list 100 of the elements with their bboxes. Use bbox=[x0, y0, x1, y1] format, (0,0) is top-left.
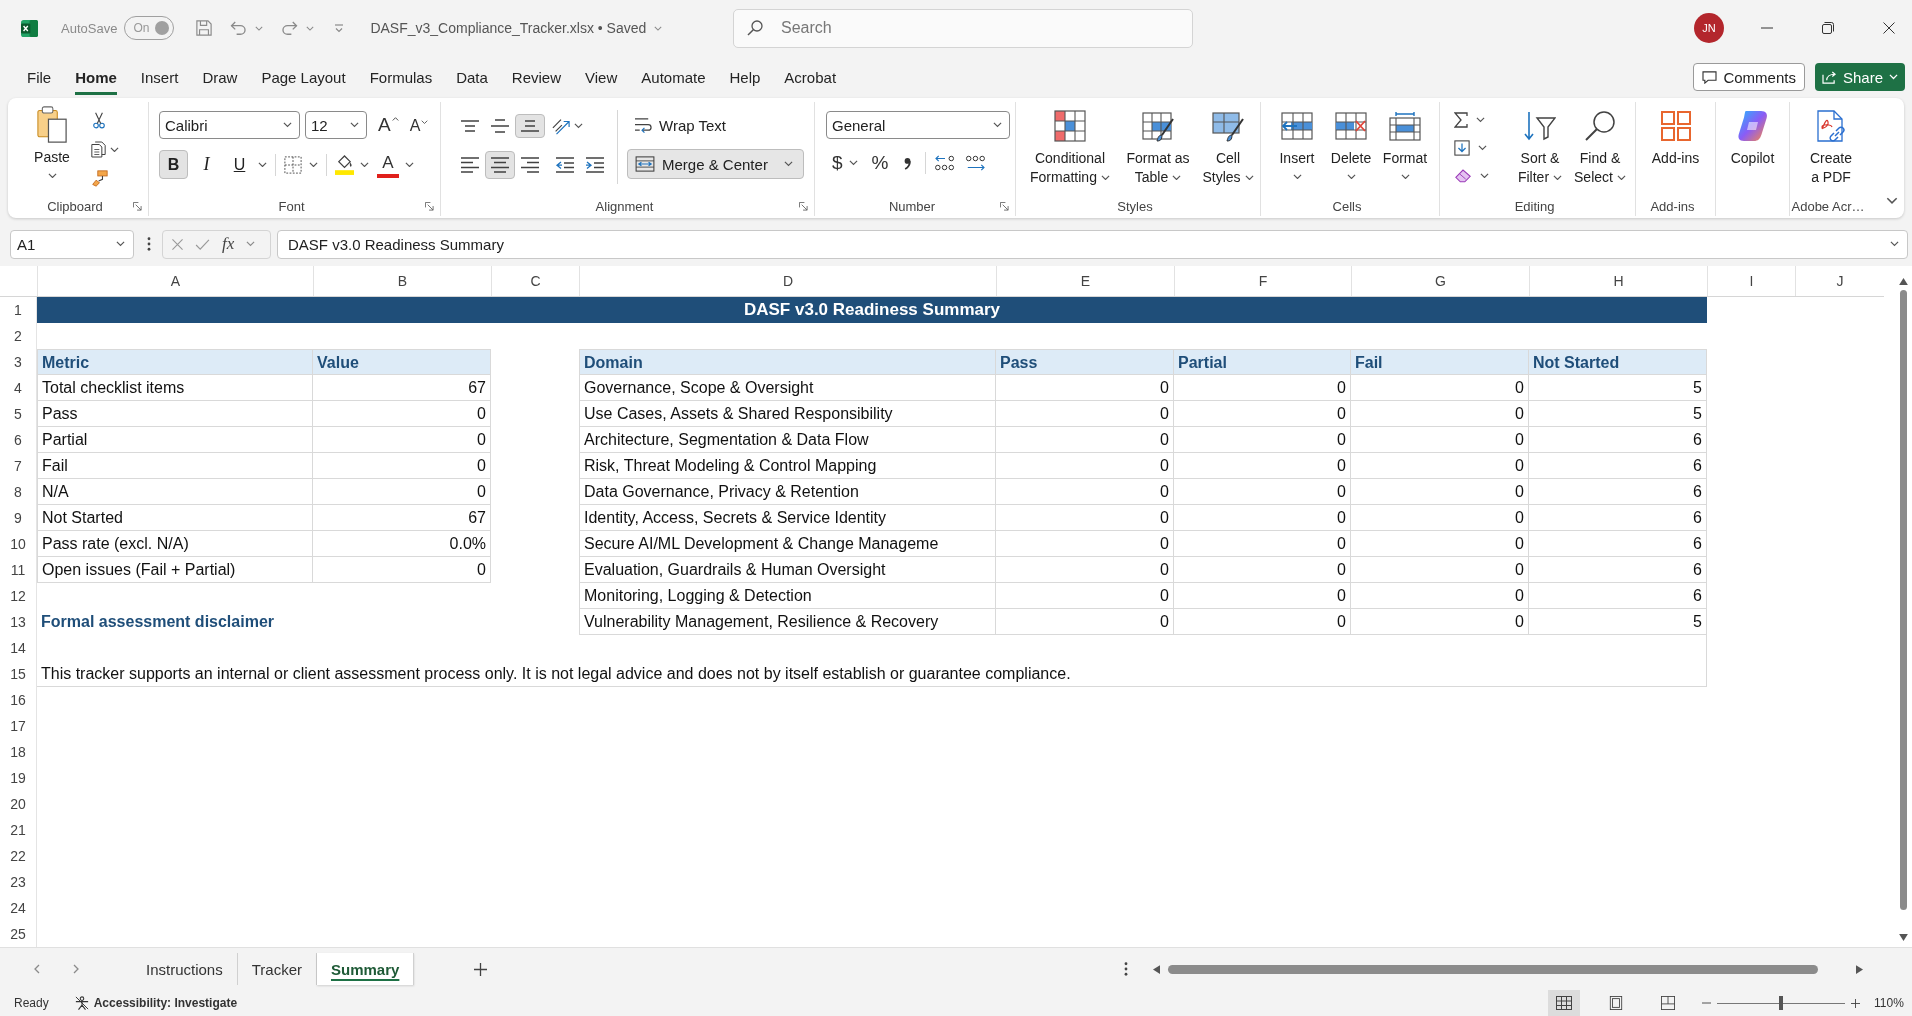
align-bottom-icon[interactable] bbox=[515, 114, 545, 138]
format-button[interactable]: Format bbox=[1378, 110, 1432, 180]
sheet-tab[interactable]: Tracker bbox=[237, 953, 317, 985]
restore-icon[interactable] bbox=[1822, 22, 1834, 34]
row-header[interactable]: 9 bbox=[0, 505, 37, 531]
scrollbar-thumb[interactable] bbox=[1168, 964, 1819, 974]
row-header[interactable]: 20 bbox=[0, 791, 37, 817]
search-field[interactable]: Search bbox=[733, 8, 1193, 48]
chevron-down-icon[interactable] bbox=[1478, 145, 1487, 151]
number-format-dropdown[interactable]: General bbox=[826, 111, 1010, 139]
row-header[interactable]: 2 bbox=[0, 323, 37, 349]
zoom-slider-thumb[interactable] bbox=[1779, 996, 1783, 1010]
more-options-icon[interactable] bbox=[147, 237, 151, 251]
menu-tab[interactable]: Data bbox=[456, 59, 488, 95]
insert-function-button[interactable]: fx bbox=[222, 234, 235, 254]
copilot-button[interactable]: Copilot bbox=[1717, 110, 1788, 168]
menu-tab[interactable]: Page Layout bbox=[261, 59, 346, 95]
column-header[interactable]: B bbox=[313, 266, 491, 296]
column-header[interactable]: A bbox=[37, 266, 313, 296]
scrollbar-thumb[interactable] bbox=[1899, 290, 1907, 910]
delete-button[interactable]: Delete bbox=[1324, 110, 1378, 180]
outdent-icon[interactable] bbox=[555, 157, 575, 173]
zoom-level[interactable]: 110% bbox=[1874, 996, 1908, 1010]
dialog-launcher-icon[interactable] bbox=[133, 201, 142, 211]
column-header[interactable]: D bbox=[579, 266, 996, 296]
row-header[interactable]: 10 bbox=[0, 531, 37, 557]
menu-tab[interactable]: Help bbox=[729, 59, 761, 95]
chevron-down-icon[interactable] bbox=[574, 123, 583, 129]
comma-icon[interactable] bbox=[904, 156, 912, 170]
align-middle-icon[interactable] bbox=[490, 119, 510, 133]
font-name-dropdown[interactable]: Calibri bbox=[159, 111, 300, 139]
column-header[interactable]: E bbox=[996, 266, 1174, 296]
column-header[interactable]: H bbox=[1529, 266, 1707, 296]
triangle-right-icon[interactable] bbox=[1856, 964, 1864, 974]
column-header[interactable]: C bbox=[491, 266, 579, 296]
redo-icon[interactable] bbox=[281, 21, 299, 35]
menu-tab[interactable]: Formulas bbox=[369, 59, 433, 95]
row-header[interactable]: 17 bbox=[0, 713, 37, 739]
chevron-down-icon[interactable] bbox=[1476, 117, 1485, 123]
chevron-down-icon[interactable] bbox=[1480, 172, 1489, 179]
chevron-down-icon[interactable] bbox=[848, 160, 858, 166]
create-pdf-button[interactable]: Create a PDF bbox=[1796, 110, 1866, 187]
conditional-formatting-button[interactable]: Conditional Formatting bbox=[1022, 110, 1118, 187]
row-header[interactable]: 16 bbox=[0, 687, 37, 713]
row-header[interactable]: 12 bbox=[0, 583, 37, 609]
undo-icon[interactable] bbox=[230, 21, 248, 35]
indent-icon[interactable] bbox=[585, 157, 605, 173]
shrink-font-button[interactable]: A bbox=[409, 112, 429, 138]
menu-tab[interactable]: Home bbox=[75, 59, 117, 95]
row-header[interactable]: 13 bbox=[0, 609, 37, 635]
column-header[interactable]: G bbox=[1351, 266, 1529, 296]
chevron-down-icon[interactable] bbox=[1886, 197, 1898, 204]
copy-icon[interactable] bbox=[91, 141, 106, 158]
align-center-icon[interactable] bbox=[485, 151, 515, 179]
row-header[interactable]: 25 bbox=[0, 921, 37, 947]
bold-button[interactable]: B bbox=[159, 150, 188, 179]
column-header[interactable]: F bbox=[1174, 266, 1351, 296]
menu-tab[interactable]: Insert bbox=[140, 59, 179, 95]
arrow-right-circles-icon[interactable] bbox=[964, 154, 987, 172]
menu-tab[interactable]: Review bbox=[511, 59, 562, 95]
row-header[interactable]: 23 bbox=[0, 869, 37, 895]
menu-tab[interactable]: View bbox=[585, 59, 618, 95]
paint-bucket-icon[interactable] bbox=[335, 154, 354, 175]
checkmark-icon[interactable] bbox=[195, 238, 210, 250]
paintbrush-icon[interactable] bbox=[91, 170, 108, 187]
row-header[interactable]: 4 bbox=[0, 375, 37, 401]
scissors-icon[interactable] bbox=[93, 112, 105, 129]
accessibility-icon[interactable] bbox=[74, 996, 89, 1010]
cell-styles-button[interactable]: Cell Styles bbox=[1198, 110, 1258, 187]
merge-center-button[interactable]: Merge & Center bbox=[627, 149, 804, 179]
row-header[interactable]: 19 bbox=[0, 765, 37, 791]
sheet-tab[interactable]: Summary bbox=[317, 953, 415, 985]
dialog-launcher-icon[interactable] bbox=[799, 201, 808, 211]
dialog-launcher-icon[interactable] bbox=[425, 201, 434, 211]
eraser-icon[interactable] bbox=[1454, 168, 1472, 183]
chevron-down-icon[interactable] bbox=[309, 161, 318, 168]
chevron-down-icon[interactable] bbox=[360, 161, 369, 168]
row-header[interactable]: 21 bbox=[0, 817, 37, 843]
column-header[interactable]: J bbox=[1795, 266, 1884, 296]
wrap-text-button[interactable]: Wrap Text bbox=[627, 111, 804, 140]
name-box[interactable]: A1 bbox=[10, 229, 134, 259]
page-break-view-icon[interactable] bbox=[1660, 996, 1676, 1010]
align-top-icon[interactable] bbox=[460, 120, 480, 132]
accessibility-status[interactable]: Accessibility: Investigate bbox=[93, 996, 238, 1010]
font-color-button[interactable]: A bbox=[377, 151, 399, 178]
triangle-up-icon[interactable] bbox=[1898, 278, 1908, 285]
row-header[interactable]: 6 bbox=[0, 427, 37, 453]
chevron-down-icon[interactable] bbox=[110, 146, 119, 153]
align-right-icon[interactable] bbox=[520, 157, 540, 173]
chevron-down-icon[interactable] bbox=[258, 161, 267, 168]
dialog-launcher-icon[interactable] bbox=[1000, 201, 1009, 211]
row-header[interactable]: 24 bbox=[0, 895, 37, 921]
down-arrow-box-icon[interactable] bbox=[1454, 140, 1470, 156]
chevron-left-icon[interactable] bbox=[34, 964, 40, 974]
row-header[interactable]: 5 bbox=[0, 401, 37, 427]
insert-button[interactable]: Insert bbox=[1270, 110, 1324, 180]
grow-font-button[interactable]: A bbox=[378, 112, 399, 138]
percent-button[interactable]: % bbox=[871, 150, 889, 176]
row-header[interactable]: 18 bbox=[0, 739, 37, 765]
plus-icon[interactable] bbox=[1851, 998, 1860, 1008]
